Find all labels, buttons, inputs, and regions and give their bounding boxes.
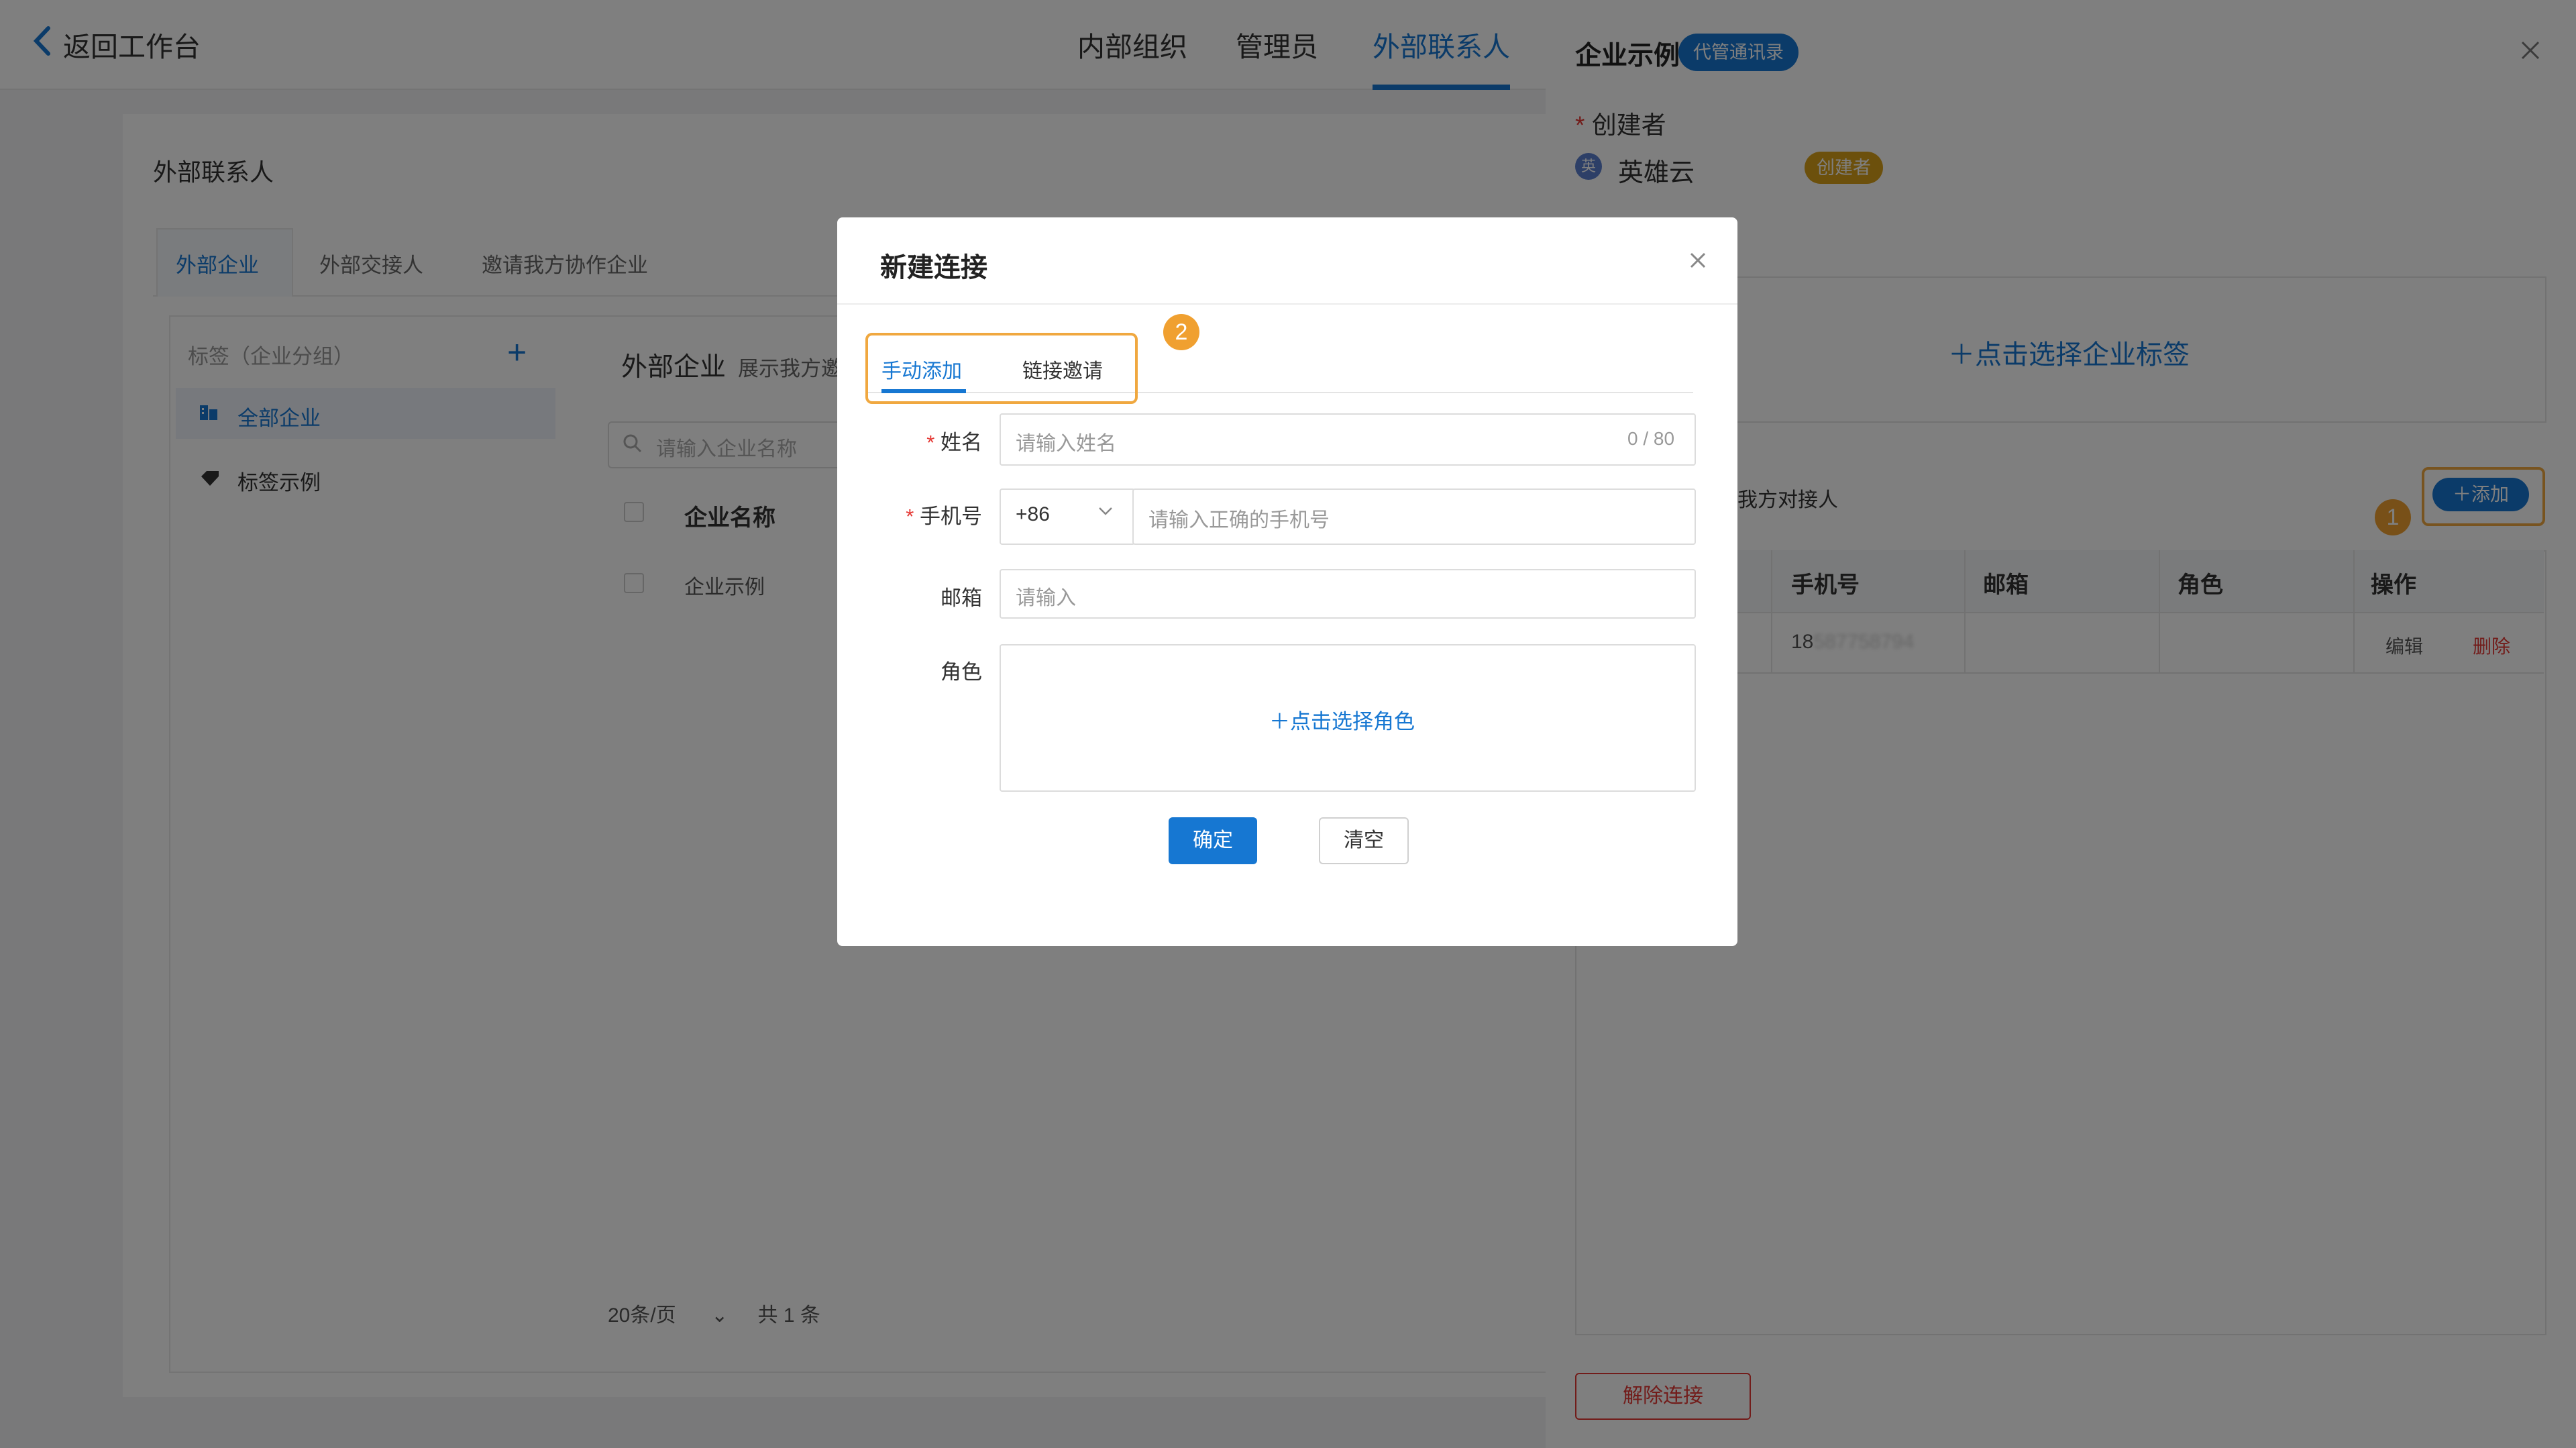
phone-label: * 手机号 [906, 505, 982, 528]
tab-highlight [865, 333, 1138, 404]
plus-icon: ＋ [1269, 710, 1290, 733]
select-role-link[interactable]: ＋点击选择角色 [1269, 705, 1415, 735]
chevron-down-icon [1097, 506, 1114, 520]
required-mark: * [926, 431, 935, 454]
step-badge-2: 2 [1163, 314, 1199, 350]
confirm-button[interactable]: 确定 [1169, 817, 1257, 864]
email-input[interactable] [1000, 569, 1696, 619]
email-placeholder: 请输入 [1016, 587, 1076, 609]
country-code-value: +86 [1016, 503, 1050, 525]
name-label: * 姓名 [926, 431, 982, 454]
email-label: 邮箱 [941, 586, 982, 610]
close-icon[interactable] [1689, 247, 1707, 275]
modal-title: 新建连接 [880, 253, 987, 282]
modal-divider [837, 303, 1737, 305]
name-placeholder: 请输入姓名 [1016, 433, 1116, 455]
required-mark: * [906, 505, 914, 528]
phone-placeholder: 请输入正确的手机号 [1148, 509, 1330, 531]
name-char-counter: 0 / 80 [1627, 428, 1675, 449]
role-label: 角色 [941, 660, 982, 684]
clear-button[interactable]: 清空 [1319, 817, 1409, 864]
